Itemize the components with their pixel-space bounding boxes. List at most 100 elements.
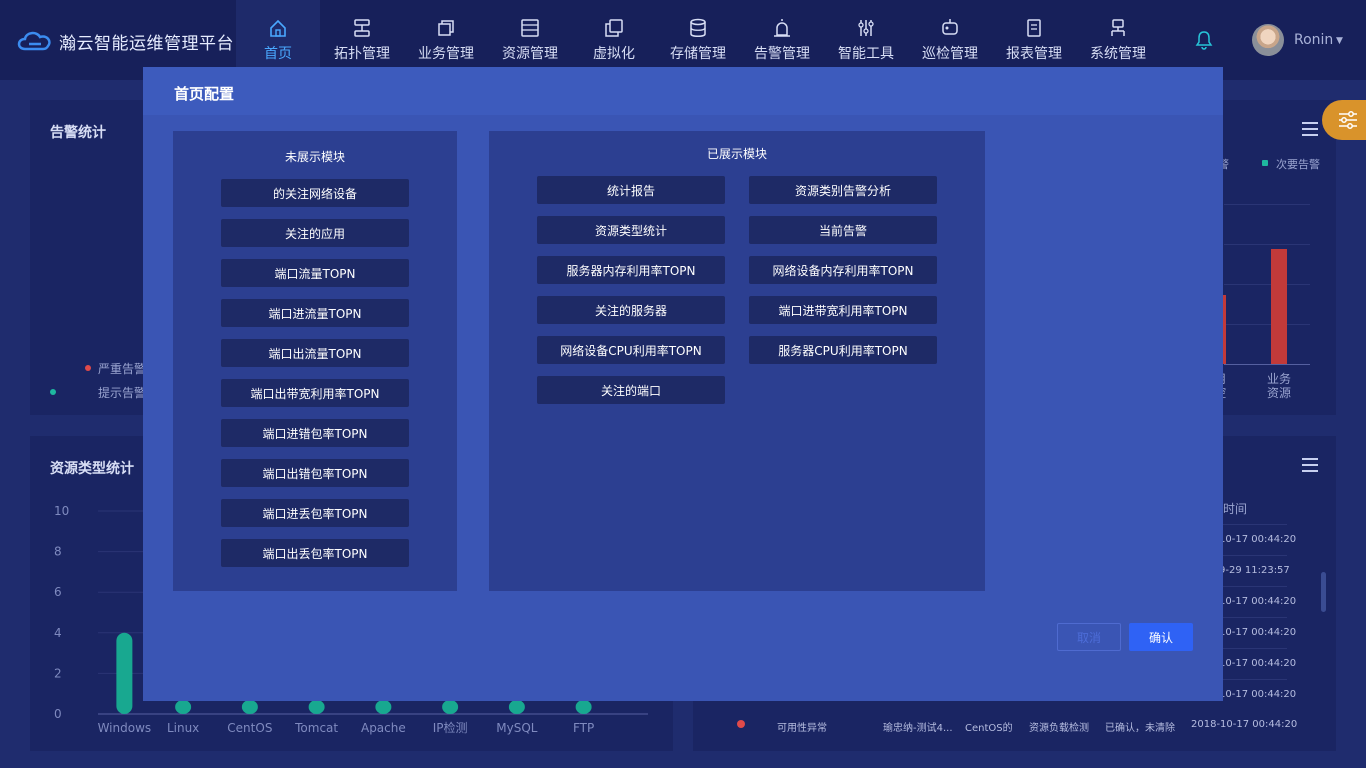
- legend-serious-dot: [85, 365, 91, 371]
- bar-mysql: [508, 700, 525, 714]
- bar-ip检测: [442, 700, 459, 714]
- user-avatar[interactable]: [1252, 24, 1284, 56]
- nav-item-label: 告警管理: [754, 46, 810, 62]
- virtual-icon: [603, 17, 625, 39]
- row-check: 资源负载检测: [1029, 723, 1089, 734]
- nav-item-label: 首页: [264, 46, 292, 62]
- report-icon: [1023, 17, 1045, 39]
- x-tick-label: Linux: [167, 721, 199, 735]
- user-name[interactable]: Ronin: [1294, 32, 1333, 48]
- app-title: 瀚云智能运维管理平台: [59, 33, 234, 54]
- bar-linux: [175, 700, 192, 714]
- shown-module-item[interactable]: 关注的服务器: [537, 296, 725, 324]
- hidden-module-item[interactable]: 关注的应用: [221, 219, 409, 247]
- hidden-module-item[interactable]: 端口进流量TOPN: [221, 299, 409, 327]
- hidden-module-item[interactable]: 端口出丢包率TOPN: [221, 539, 409, 567]
- shown-modules-title: 已展示模块: [706, 147, 767, 161]
- confirm-button[interactable]: 确认: [1129, 623, 1193, 651]
- system-icon: [1107, 17, 1129, 39]
- shown-module-item[interactable]: 关注的端口: [537, 376, 725, 404]
- y-tick-label: 0: [54, 707, 62, 721]
- nav-item-label: 拓扑管理: [334, 46, 390, 62]
- shown-module-item[interactable]: 端口进带宽利用率TOPN: [749, 296, 937, 324]
- x-tick-label: IP检测: [433, 720, 468, 735]
- hidden-module-item[interactable]: 端口进丢包率TOPN: [221, 499, 409, 527]
- y-tick-label: 2: [54, 666, 62, 680]
- legend-hint-dot: [50, 389, 56, 395]
- resource-icon: [519, 17, 541, 39]
- scrollbar-thumb[interactable]: [1321, 572, 1326, 612]
- severity-dot: [737, 720, 745, 728]
- hidden-module-item[interactable]: 端口进错包率TOPN: [221, 419, 409, 447]
- storage-icon: [687, 17, 709, 39]
- nav-item-label: 虚拟化: [593, 46, 635, 62]
- x-tick-label: MySQL: [496, 721, 538, 735]
- row-resource: 瑜忠纳-测试4...: [883, 723, 953, 734]
- alarm-stats-title: 告警统计: [50, 125, 106, 141]
- nav-item-label: 报表管理: [1006, 46, 1062, 62]
- x-tick-label: Apache: [361, 721, 406, 735]
- table-header-time: 时间: [1223, 502, 1248, 516]
- shown-module-item[interactable]: 服务器内存利用率TOPN: [537, 256, 725, 284]
- table-cell-time: 10-17 00:44:20: [1219, 689, 1297, 700]
- inspect-icon: [939, 17, 961, 39]
- hidden-module-item[interactable]: 端口出带宽利用率TOPN: [221, 379, 409, 407]
- home-icon: [267, 17, 289, 39]
- business-icon: [435, 17, 457, 39]
- bar-windows: [116, 632, 133, 714]
- bar-ftp: [575, 700, 592, 714]
- shown-modules-box[interactable]: 已展示模块 统计报告 资源类别告警分析 资源类型统计 当前告警 服务器内存利用率TOPN…: [489, 131, 985, 591]
- shown-module-item[interactable]: 网络设备CPU利用率TOPN: [537, 336, 725, 364]
- table-cell-time: 10-17 00:44:20: [1219, 534, 1297, 545]
- hidden-modules-title: 未展示模块: [284, 150, 345, 164]
- row-type: 可用性异常: [777, 723, 827, 734]
- shown-module-item[interactable]: 资源类型统计: [537, 216, 725, 244]
- legend-secondary-label: 次要告警: [1276, 158, 1320, 171]
- bell-icon[interactable]: [1194, 30, 1214, 50]
- shown-module-item[interactable]: 服务器CPU利用率TOPN: [749, 336, 937, 364]
- nav-item-label: 系统管理: [1090, 46, 1146, 62]
- y-tick-label: 4: [54, 626, 62, 640]
- homepage-config-dialog: 首页配置 未展示模块 的关注网络设备 关注的应用端口流量TOPN 端口进流量TOPN…: [143, 67, 1223, 701]
- menu-icon[interactable]: [1302, 458, 1318, 472]
- hidden-module-item[interactable]: 端口流量TOPN: [221, 259, 409, 287]
- hidden-module-item[interactable]: 端口出流量TOPN: [221, 339, 409, 367]
- table-cell-time: 9-29 11:23:57: [1219, 565, 1290, 576]
- x-label-biz: 业务 资源: [1267, 372, 1292, 400]
- hidden-module-item[interactable]: 端口出错包率TOPN: [221, 459, 409, 487]
- y-tick-label: 8: [54, 545, 62, 559]
- app-logo[interactable]: 瀚云智能运维管理平台: [15, 26, 234, 56]
- legend-hint-label: 提示告警: [98, 386, 147, 400]
- cloud-logo-icon: [17, 31, 51, 51]
- shown-module-item[interactable]: 网络设备内存利用率TOPN: [749, 256, 937, 284]
- table-cell-time: 10-17 00:44:20: [1219, 658, 1297, 669]
- alarm-bar-biz: [1271, 249, 1287, 364]
- table-cell-time: 10-17 00:44:20: [1219, 596, 1297, 607]
- shown-module-item[interactable]: 当前告警: [749, 216, 937, 244]
- topology-icon: [351, 17, 373, 39]
- bar-centos: [241, 700, 258, 714]
- y-tick-label: 6: [54, 585, 62, 599]
- legend-secondary-dot: [1262, 160, 1268, 166]
- x-tick-label: Windows: [98, 721, 152, 735]
- row-status: 已确认，未清除: [1105, 723, 1175, 734]
- tools-icon: [855, 17, 877, 39]
- menu-icon[interactable]: [1302, 122, 1318, 136]
- cancel-button[interactable]: 取消: [1057, 623, 1121, 651]
- shown-module-item[interactable]: 统计报告: [537, 176, 725, 204]
- table-cell-time: 10-17 00:44:20: [1219, 627, 1297, 638]
- row-os: CentOS的: [965, 723, 1013, 734]
- y-tick-label: 10: [54, 504, 69, 518]
- settings-tab[interactable]: [1322, 100, 1366, 140]
- nav-item-label: 存储管理: [670, 46, 726, 62]
- shown-module-item[interactable]: 资源类别告警分析: [749, 176, 937, 204]
- alarm-icon: [771, 17, 793, 39]
- x-tick-label: Tomcat: [294, 721, 338, 735]
- chevron-down-icon[interactable]: ▼: [1336, 36, 1343, 46]
- dialog-header: 首页配置: [143, 67, 1223, 115]
- hidden-module-item[interactable]: 的关注网络设备: [221, 179, 409, 207]
- hidden-modules-box[interactable]: 未展示模块 的关注网络设备 关注的应用端口流量TOPN 端口进流量TOPN 端口出流量…: [173, 131, 457, 591]
- bar-apache: [375, 700, 392, 714]
- x-tick-label: FTP: [573, 721, 594, 735]
- dialog-title: 首页配置: [174, 85, 235, 103]
